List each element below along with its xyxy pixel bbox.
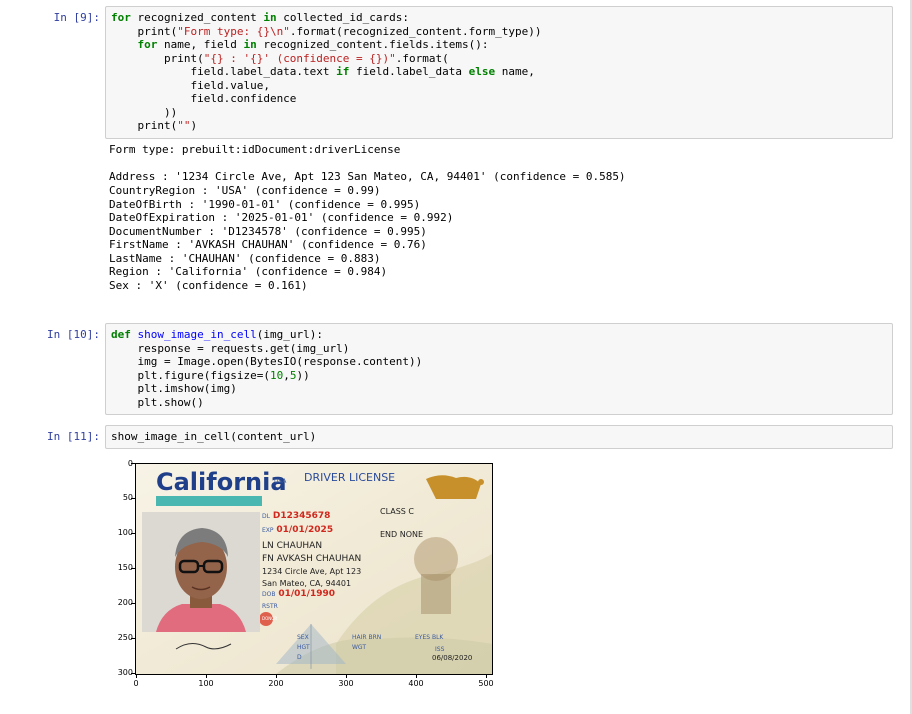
code-token: for <box>137 38 158 51</box>
output-line: DateOfBirth : '1990-01-01' (confidence =… <box>109 198 421 211</box>
code-token: plt.figure(figsize=( <box>111 368 270 382</box>
code-editor[interactable]: show_image_in_cell(content_url) <box>106 426 892 444</box>
code-token: print( <box>111 24 178 38</box>
field-value: 01/01/2025 <box>276 525 334 535</box>
output-line: Form type: prebuilt:idDocument:driverLic… <box>109 143 401 156</box>
code-token: recognized_content <box>130 11 264 24</box>
license-wgt: WGT <box>352 644 367 651</box>
output-line: FirstName : 'AVKASH CHAUHAN' (confidence… <box>109 238 427 251</box>
license-usa-label: USA <box>274 478 287 485</box>
license-address-line1: 1234 Circle Ave, Apt 123 <box>262 567 362 576</box>
x-tick-label: 100 <box>198 679 214 688</box>
license-iss-date: 06/08/2020 <box>432 654 473 662</box>
code-token: .format( <box>395 51 449 65</box>
code-token: ) <box>190 119 198 132</box>
license-title: DRIVER LICENSE <box>304 471 396 484</box>
code-cell-9[interactable]: for recognized_content in collected_id_c… <box>105 6 893 139</box>
x-tick-label: 300 <box>338 679 354 688</box>
field-label: DL <box>262 513 270 520</box>
license-iss: ISS <box>435 646 445 653</box>
code-string: "" <box>177 119 191 132</box>
code-token: print( <box>111 119 178 132</box>
code-token: plt.imshow(img) <box>111 382 237 395</box>
x-tick-label: 500 <box>478 679 494 688</box>
license-d: D <box>297 654 302 661</box>
code-token: if <box>336 65 350 78</box>
license-state-name: California <box>156 468 287 496</box>
code-token: name, field <box>157 38 244 51</box>
code-string: "Form type: {}\n" <box>177 24 290 38</box>
cell-prompt-9: In [9]: <box>53 11 100 24</box>
license-class: CLASS C <box>380 507 414 516</box>
license-dl: DL D12345678 <box>262 511 330 521</box>
code-token: )) <box>111 105 178 119</box>
code-token: else <box>468 65 496 78</box>
license-end: END NONE <box>380 530 424 539</box>
field-label: DOB <box>262 591 276 598</box>
output-line: Region : 'California' (confidence = 0.98… <box>109 265 388 278</box>
code-editor[interactable]: for recognized_content in collected_id_c… <box>106 7 892 133</box>
output-line: DateOfExpiration : '2025-01-01' (confide… <box>109 211 454 224</box>
code-token: field.value, <box>111 78 270 92</box>
field-label: EXP <box>262 527 274 534</box>
code-token: , <box>283 368 290 382</box>
image-figure: 0 50 100 150 200 250 300 0 100 200 300 4… <box>115 455 505 695</box>
code-cell-10[interactable]: def show_image_in_cell(img_url): respons… <box>105 323 893 415</box>
code-token: print( <box>111 51 204 65</box>
field-value: 01/01/1990 <box>278 589 336 599</box>
output-line: Sex : 'X' (confidence = 0.161) <box>109 279 308 292</box>
field-value: D12345678 <box>272 511 331 521</box>
cell-prompt-11: In [11]: <box>47 430 100 443</box>
license-first-name: FN AVKASH CHAUHAN <box>262 554 362 564</box>
license-eyes: EYES BLK <box>415 634 444 641</box>
code-token: field.label_data.text <box>111 65 337 78</box>
code-token: in <box>263 11 277 24</box>
code-token: (img_url): <box>256 328 323 341</box>
code-token: plt.show() <box>111 395 204 409</box>
code-token: recognized_content.fields.items(): <box>256 38 489 51</box>
code-token: for <box>111 11 131 24</box>
license-color-bar <box>156 496 262 506</box>
code-token: )) <box>296 368 310 382</box>
license-hgt: HGT <box>297 644 310 651</box>
code-token: name, <box>495 65 535 78</box>
x-tick-label: 200 <box>268 679 284 688</box>
license-exp: EXP 01/01/2025 <box>262 525 333 535</box>
code-token: response = requests.get(img_url) <box>111 341 350 355</box>
code-string: "{} : '{}' (confidence = {})" <box>203 51 396 65</box>
code-token: field.confidence <box>111 92 297 105</box>
cell-prompt-10: In [10]: <box>47 328 100 341</box>
code-token: in <box>243 38 257 51</box>
code-cell-11[interactable]: show_image_in_cell(content_url) <box>105 425 893 449</box>
license-photo <box>142 512 260 632</box>
license-hair: HAIR BRN <box>352 634 382 641</box>
code-function-name: show_image_in_cell <box>130 328 257 341</box>
code-number: 10 <box>269 368 284 382</box>
output-line: LastName : 'CHAUHAN' (confidence = 0.883… <box>109 252 381 265</box>
license-rstr: RSTR <box>262 603 278 610</box>
license-last-name: LN CHAUHAN <box>262 541 323 551</box>
person-portrait-icon <box>142 512 260 632</box>
license-sex: SEX <box>297 634 309 641</box>
code-editor[interactable]: def show_image_in_cell(img_url): respons… <box>106 324 892 409</box>
code-token: def <box>111 328 131 341</box>
output-line: Address : '1234 Circle Ave, Apt 123 San … <box>109 170 626 183</box>
code-token: show_image_in_cell(content_url) <box>111 430 317 443</box>
code-token: img = Image.open(BytesIO(response.conten… <box>111 355 423 368</box>
code-token: collected_id_cards: <box>276 11 410 24</box>
output-line: CountryRegion : 'USA' (confidence = 0.99… <box>109 184 381 197</box>
license-donor: DONOR <box>262 616 278 621</box>
license-address-line2: San Mateo, CA, 94401 <box>262 579 352 588</box>
license-image: California USA DRIVER LICENSE DL D123456… <box>135 463 493 675</box>
code-token: .format(recognized_content.form_type)) <box>289 24 542 38</box>
code-token: field.label_data <box>349 65 469 78</box>
x-tick-label: 0 <box>133 679 139 688</box>
x-tick-label: 400 <box>408 679 424 688</box>
license-dob: DOB 01/01/1990 <box>262 589 335 599</box>
output-line: DocumentNumber : 'D1234578' (confidence … <box>109 225 427 238</box>
